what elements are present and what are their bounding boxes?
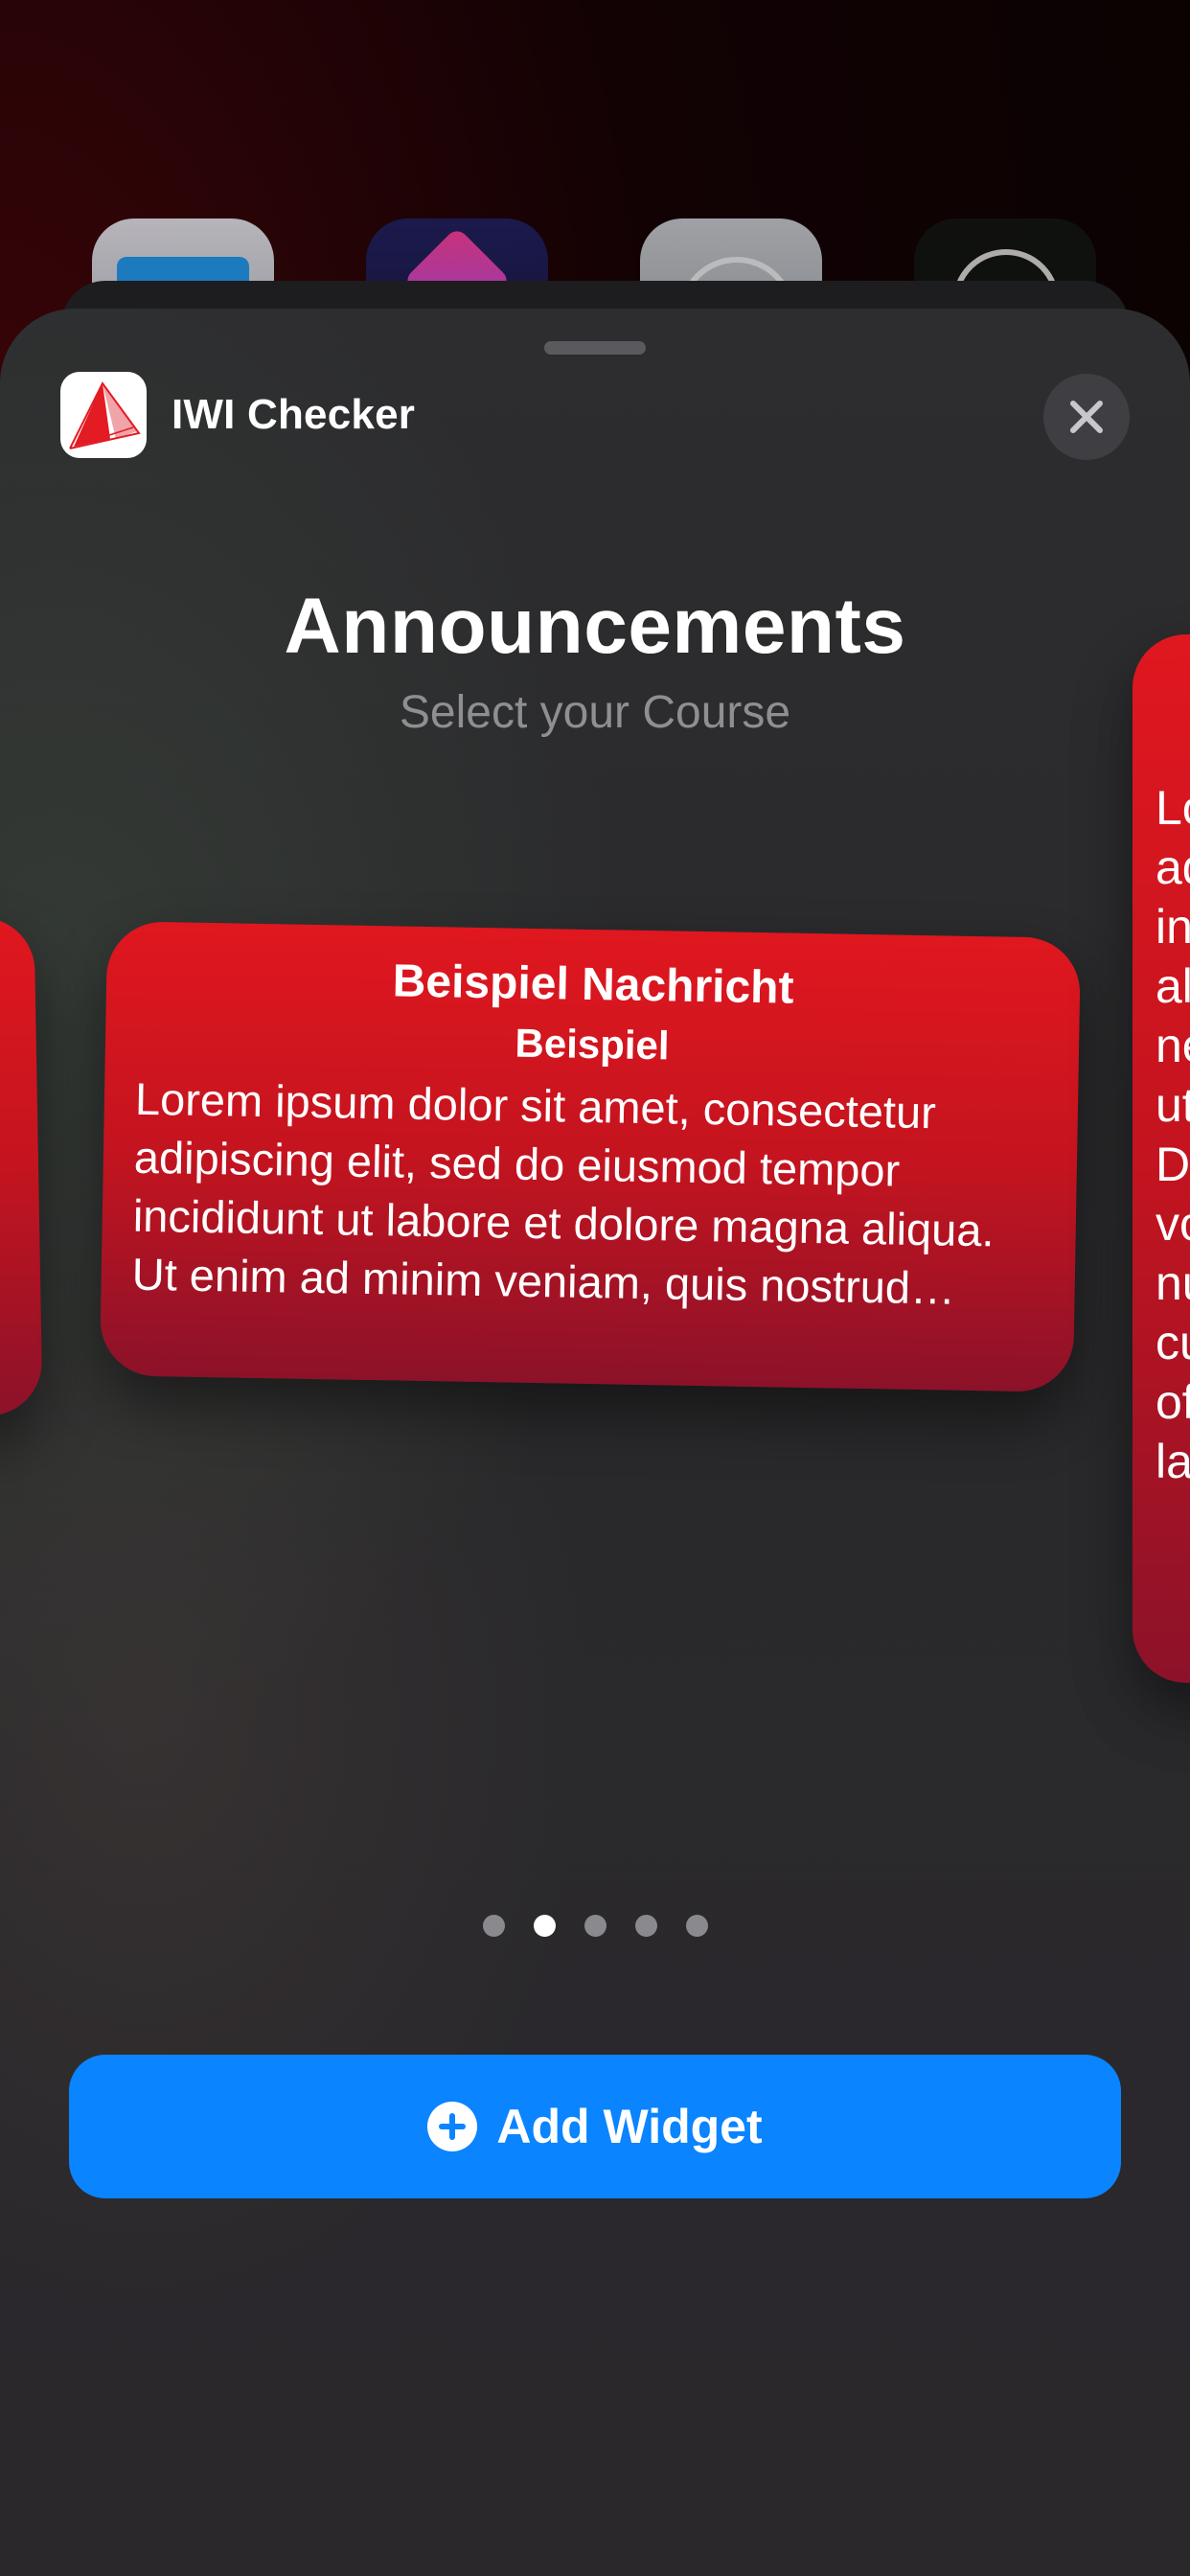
widget-large-line: in [1156, 900, 1190, 954]
widget-large-line: vo [1156, 1197, 1190, 1251]
widget-large-body: Lo ad in al ne ut D vo nu cu of la [1156, 778, 1190, 1491]
app-name: IWI Checker [172, 391, 416, 438]
page-dot[interactable] [685, 1915, 708, 1937]
widget-large-line: of [1156, 1375, 1190, 1429]
page-dot-active[interactable] [533, 1915, 556, 1937]
widget-title: Beispiel Nachricht [392, 955, 794, 1014]
screen: IWI Checker Announcements Select your Co… [0, 0, 1190, 2576]
app-header: IWI Checker [60, 372, 415, 458]
widget-large-line: al [1156, 959, 1190, 1013]
gallery-subtitle: Select your Course [399, 687, 791, 738]
widget-large-line: D [1156, 1138, 1190, 1191]
widget-large-line: ne [1156, 1019, 1190, 1072]
widget-preview-large[interactable]: Lo ad in al ne ut D vo nu cu of la [1133, 634, 1190, 1683]
widget-large-line: nu [1156, 1256, 1190, 1310]
sheet-grabber[interactable] [544, 341, 646, 355]
page-indicator[interactable] [0, 1915, 1190, 1937]
widget-body: Lorem ipsum dolor sit amet, consectetur … [131, 1072, 1007, 1320]
sailboat-logo-icon [60, 372, 147, 458]
widget-large-line: ad [1156, 840, 1190, 894]
plus-circle-icon [427, 2102, 478, 2151]
add-widget-button[interactable]: Add Widget [69, 2055, 1121, 2198]
add-widget-label: Add Widget [496, 2100, 763, 2153]
gallery-title: Announcements [284, 583, 906, 670]
page-dot[interactable] [634, 1915, 657, 1937]
widget-large-line: la [1156, 1435, 1190, 1488]
close-icon [1070, 401, 1103, 433]
widget-large-line: cu [1156, 1316, 1190, 1369]
page-dot[interactable] [584, 1915, 606, 1937]
widget-gallery-sheet: IWI Checker Announcements Select your Co… [0, 309, 1190, 2576]
widget-large-line: Lo [1156, 781, 1190, 835]
widget-subtitle: Beispiel [515, 1020, 670, 1069]
page-dot[interactable] [482, 1915, 505, 1937]
widget-large-line: ut [1156, 1078, 1190, 1132]
widget-preview-medium[interactable]: Beispiel Nachricht Beispiel Lorem ipsum … [99, 921, 1082, 1392]
close-button[interactable] [1043, 374, 1130, 460]
